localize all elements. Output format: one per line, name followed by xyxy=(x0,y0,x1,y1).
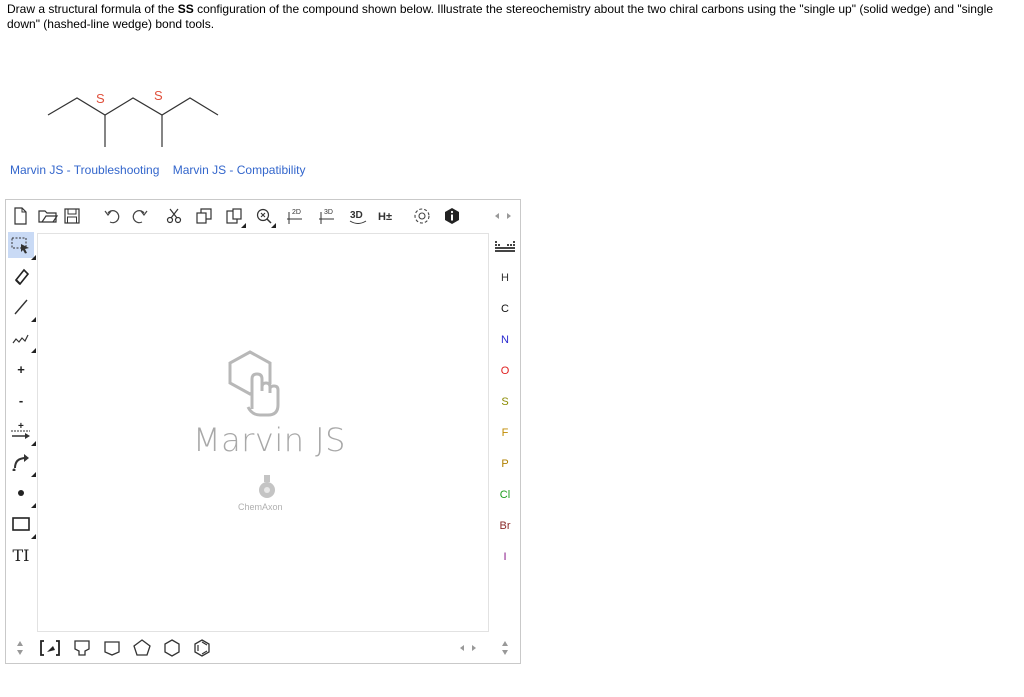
link-compatibility[interactable]: Marvin JS - Compatibility xyxy=(173,163,306,177)
clean-2d-icon[interactable]: 2D xyxy=(286,206,306,226)
bracket-icon[interactable] xyxy=(40,638,60,658)
marvin-logo-icon xyxy=(228,350,280,417)
question-text: Draw a structural formula of the SS conf… xyxy=(7,2,1019,32)
marvin-watermark: Marvin JS xyxy=(193,421,346,459)
right-toolbar: H C N O S F P Cl Br I xyxy=(490,232,520,632)
element-button-n[interactable]: N xyxy=(490,329,520,351)
paste-icon[interactable] xyxy=(224,206,246,228)
radical-icon[interactable] xyxy=(8,480,36,508)
chemaxon-logo-icon xyxy=(259,475,275,498)
svg-text:+: + xyxy=(18,421,24,432)
svg-text:3D: 3D xyxy=(324,209,333,216)
left-toolbar: + - + TI xyxy=(6,232,36,632)
element-button-h[interactable]: H xyxy=(490,267,520,289)
svg-text:3D: 3D xyxy=(350,210,363,221)
element-button-i[interactable]: I xyxy=(490,546,520,568)
decrease-charge-icon[interactable]: - xyxy=(8,387,34,413)
top-toolbar: 2D 3D 3D H± xyxy=(6,200,520,232)
erase-icon[interactable] xyxy=(8,263,34,289)
cut-icon[interactable] xyxy=(164,206,184,226)
new-document-icon[interactable] xyxy=(10,206,30,226)
clean-3d-icon[interactable]: 3D xyxy=(318,206,338,226)
3d-view-icon[interactable]: 3D xyxy=(348,206,368,226)
reaction-arrow-icon[interactable]: + xyxy=(8,418,36,446)
question-part1: Draw a structural formula of the xyxy=(7,2,178,16)
element-button-o[interactable]: O xyxy=(490,360,520,382)
element-button-cl[interactable]: Cl xyxy=(490,484,520,506)
curved-arrow-icon[interactable] xyxy=(8,449,36,477)
copy-icon[interactable] xyxy=(194,206,214,226)
link-troubleshooting[interactable]: Marvin JS - Troubleshooting xyxy=(10,163,159,177)
bottom-toolbar xyxy=(6,633,520,663)
molecule-structure: S S xyxy=(47,88,219,147)
scroll-arrows-icon[interactable] xyxy=(458,638,478,658)
hydrogen-toggle-icon[interactable]: H± xyxy=(378,206,398,226)
zoom-icon[interactable] xyxy=(254,206,276,228)
chemaxon-watermark: ChemAxon xyxy=(238,502,283,512)
cyclobutane-icon[interactable] xyxy=(102,638,122,658)
question-bold: SS xyxy=(177,2,194,16)
select-icon[interactable] xyxy=(8,232,36,260)
element-button-s[interactable]: S xyxy=(490,391,520,413)
cyclopropane-icon[interactable] xyxy=(72,638,92,658)
stereo-label-2: S xyxy=(154,88,163,103)
settings-icon[interactable] xyxy=(412,206,432,226)
open-icon[interactable] xyxy=(38,206,59,226)
drawing-canvas[interactable]: Marvin JS ChemAxon xyxy=(37,233,489,632)
stereo-label-1: S xyxy=(96,91,105,106)
undo-icon[interactable] xyxy=(102,206,122,226)
info-icon[interactable] xyxy=(442,206,462,226)
element-button-br[interactable]: Br xyxy=(490,515,520,537)
scroll-up-down-icon[interactable] xyxy=(495,638,515,658)
element-button-p[interactable]: P xyxy=(490,453,520,475)
element-button-f[interactable]: F xyxy=(490,422,520,444)
scroll-arrows-icon[interactable] xyxy=(493,206,513,226)
benzene-icon[interactable] xyxy=(192,638,212,658)
cyclopentane-icon[interactable] xyxy=(132,638,152,658)
cyclohexane-icon[interactable] xyxy=(162,638,182,658)
rectangle-icon[interactable] xyxy=(8,511,36,539)
marvin-editor: 2D 3D 3D H± + - + TI Marvin JS ChemAxon … xyxy=(5,199,521,664)
single-bond-icon[interactable] xyxy=(8,294,36,322)
svg-text:H±: H± xyxy=(378,211,392,223)
save-icon[interactable] xyxy=(62,206,82,226)
scroll-up-down-icon[interactable] xyxy=(10,638,30,658)
periodic-table-icon[interactable] xyxy=(490,236,520,258)
chain-icon[interactable] xyxy=(8,325,36,353)
element-button-c[interactable]: C xyxy=(490,298,520,320)
increase-charge-icon[interactable]: + xyxy=(8,356,34,382)
help-links: Marvin JS - Troubleshooting Marvin JS - … xyxy=(10,163,315,177)
text-icon[interactable]: TI xyxy=(8,542,34,568)
redo-icon[interactable] xyxy=(130,206,150,226)
svg-text:2D: 2D xyxy=(292,209,301,216)
